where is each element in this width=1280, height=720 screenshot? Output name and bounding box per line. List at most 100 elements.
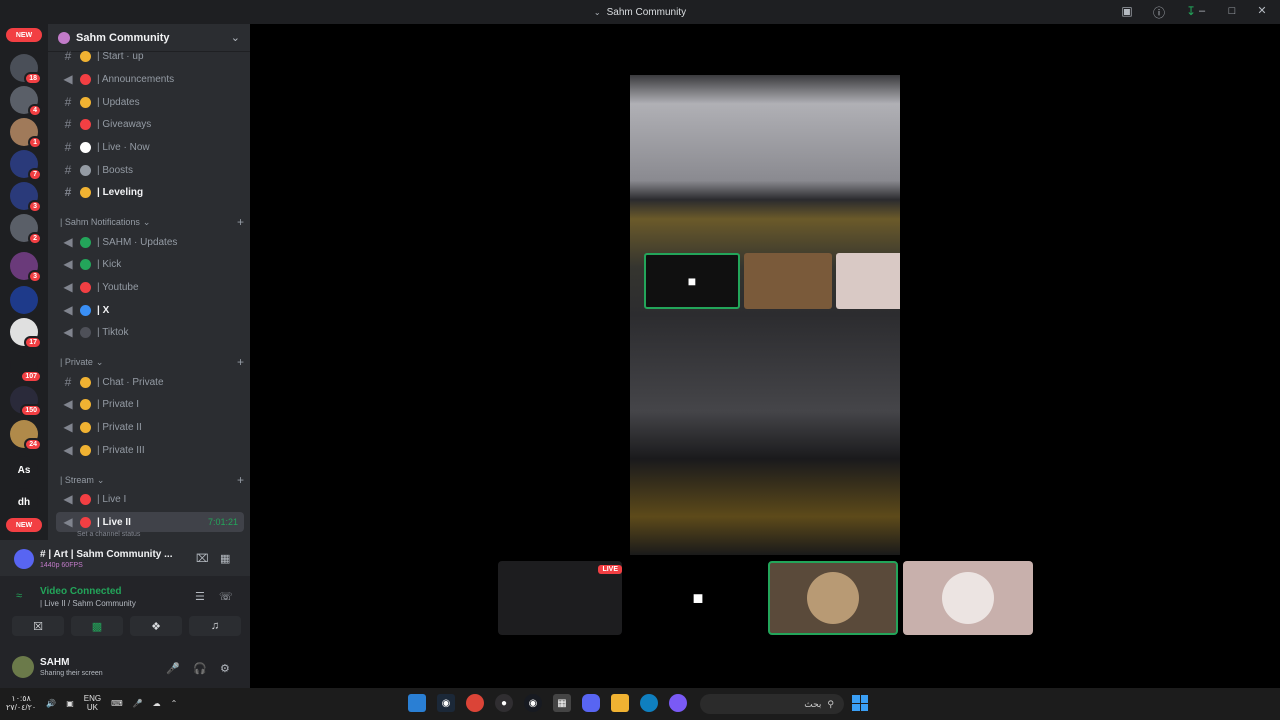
channel-item[interactable]: ◀ | Private I	[56, 394, 244, 414]
channel-item[interactable]: ◀ | X	[56, 300, 244, 320]
help-icon[interactable]: ⓘ	[1152, 4, 1166, 21]
camera-off-tile[interactable]: ■	[633, 561, 763, 635]
inbox-icon[interactable]: ▣	[1120, 4, 1134, 21]
channel-emoji-icon	[80, 398, 91, 410]
channel-item[interactable]: ◀ | Live I	[56, 489, 244, 509]
screen-share-button[interactable]: ▩	[71, 616, 123, 636]
speaker-icon[interactable]: 🔊	[46, 699, 56, 708]
channel-name: | Private I	[97, 398, 140, 410]
server-icon[interactable]: 24	[10, 420, 42, 451]
obs-app-icon[interactable]: ●	[495, 694, 513, 712]
voice-status: Video Connected	[40, 586, 122, 597]
windows-logo-tile	[860, 703, 868, 711]
server-icon[interactable]: 2	[10, 214, 42, 245]
participant-tile	[744, 253, 832, 309]
category-notifications[interactable]: | Sahm Notifications ⌄ +	[60, 214, 244, 230]
discord-app-icon[interactable]	[582, 694, 600, 712]
mention-badge: 24	[24, 438, 42, 451]
stop-stream-icon[interactable]: ⌧	[196, 552, 209, 565]
steam-app-icon[interactable]: ◉	[437, 694, 455, 712]
edge-app-icon[interactable]	[640, 694, 658, 712]
server-icon[interactable]: 4	[10, 86, 42, 117]
gear-icon[interactable]: ⚙	[220, 662, 230, 675]
channel-name: | Live · Now	[97, 141, 150, 153]
server-icon[interactable]: 18	[10, 54, 42, 85]
participant-tile[interactable]	[903, 561, 1033, 635]
channel-item[interactable]: # | Start · up	[56, 46, 244, 66]
camera-toggle-button[interactable]: ☒	[12, 616, 64, 636]
channel-item[interactable]: # | Leveling	[56, 182, 244, 202]
now-playing[interactable]: # | Art | Sahm Community ... 1440p 60FPS…	[0, 540, 250, 576]
server-icon[interactable]: 107	[10, 352, 42, 383]
chevron-up-icon[interactable]: ⌃	[171, 699, 178, 708]
microphone-icon[interactable]: 🎤	[133, 699, 143, 708]
noise-suppression-icon[interactable]: ☰	[195, 590, 205, 603]
server-icon[interactable]: As	[10, 456, 38, 484]
channel-emoji-icon	[80, 258, 91, 270]
channel-item[interactable]: ◀ | Kick	[56, 254, 244, 274]
channel-emoji-icon	[80, 186, 91, 198]
channel-item[interactable]: ◀ | Private III	[56, 440, 244, 460]
maximize-button[interactable]: □	[1224, 5, 1240, 17]
server-icon[interactable]: dh	[10, 488, 38, 516]
voice-location[interactable]: | Live II / Sahm Community	[40, 599, 136, 608]
chrome-app-icon[interactable]	[466, 694, 484, 712]
microphone-icon[interactable]: 🎤	[166, 662, 180, 675]
category-private[interactable]: | Private ⌄ +	[60, 354, 244, 370]
steam-app-icon[interactable]: ◉	[524, 694, 542, 712]
channel-status[interactable]: Set a channel status	[77, 531, 140, 538]
user-status: Sharing their screen	[40, 670, 103, 677]
server-icon[interactable]: 7	[10, 150, 42, 181]
channel-item[interactable]: # | Giveaways	[56, 114, 244, 134]
add-channel-icon[interactable]: +	[237, 215, 244, 229]
minimize-button[interactable]: –	[1194, 5, 1210, 17]
category-stream[interactable]: | Stream ⌄ +	[60, 472, 244, 488]
activities-button[interactable]: ❖	[130, 616, 182, 636]
close-button[interactable]: ✕	[1254, 4, 1270, 17]
server-icon[interactable]: 17	[10, 318, 42, 349]
add-channel-icon[interactable]: +	[237, 355, 244, 369]
signal-icon[interactable]: ≈	[16, 590, 22, 602]
copilot-app-icon[interactable]	[669, 694, 687, 712]
channel-item[interactable]: # | Live · Now	[56, 137, 244, 157]
server-icon[interactable]: 3	[10, 182, 42, 213]
stream-settings-icon[interactable]: ▦	[220, 552, 230, 565]
keyboard-icon[interactable]: ⌨	[111, 699, 123, 708]
channel-item[interactable]: # | Boosts	[56, 160, 244, 180]
channel-name: | Private II	[97, 421, 142, 433]
mention-badge: 1	[28, 136, 42, 149]
disconnect-icon[interactable]: ☏	[219, 590, 233, 603]
main-stream-video[interactable]: ■	[630, 75, 900, 555]
voice-channel-icon: ◀	[63, 420, 73, 434]
folder-app-icon[interactable]	[611, 694, 629, 712]
channel-item[interactable]: # | Updates	[56, 92, 244, 112]
server-icon[interactable]: 1	[10, 118, 42, 149]
headphones-icon[interactable]: 🎧	[193, 662, 207, 675]
taskbar-search[interactable]: بحث ⚲	[700, 694, 844, 714]
clock[interactable]: ١٠:٥٨ ٢٧/٠٤/٢٠	[6, 694, 36, 712]
channel-item-active[interactable]: ◀ | Live II 7:01:21	[56, 512, 244, 532]
channel-item[interactable]: ◀ | Announcements	[56, 69, 244, 89]
language-indicator[interactable]: ENG UK	[84, 694, 101, 712]
participant-tile[interactable]	[768, 561, 898, 635]
store-app-icon[interactable]: ▦	[553, 694, 571, 712]
channel-item[interactable]: # | Chat · Private	[56, 372, 244, 392]
cloud-icon[interactable]: ☁	[153, 699, 161, 708]
screen-share-thumbnail[interactable]: LIVE	[498, 561, 622, 635]
server-icon[interactable]: 3	[10, 252, 42, 283]
display-icon[interactable]: ▣	[66, 699, 74, 708]
video-stage: ■ LIVE ■	[250, 24, 1280, 688]
start-button[interactable]	[852, 695, 868, 711]
server-label: As	[17, 464, 31, 476]
channel-item[interactable]: ◀ | Private II	[56, 417, 244, 437]
text-channel-icon: #	[64, 117, 72, 131]
soundboard-button[interactable]: ♫	[189, 616, 241, 636]
channel-item[interactable]: ◀ | Tiktok	[56, 322, 244, 342]
server-icon[interactable]	[10, 286, 38, 314]
photos-app-icon[interactable]	[408, 694, 426, 712]
channel-item[interactable]: ◀ | SAHM · Updates	[56, 232, 244, 252]
avatar[interactable]	[12, 656, 34, 678]
server-icon[interactable]: 150	[10, 386, 42, 417]
channel-item[interactable]: ◀ | Youtube	[56, 277, 244, 297]
add-channel-icon[interactable]: +	[237, 473, 244, 487]
